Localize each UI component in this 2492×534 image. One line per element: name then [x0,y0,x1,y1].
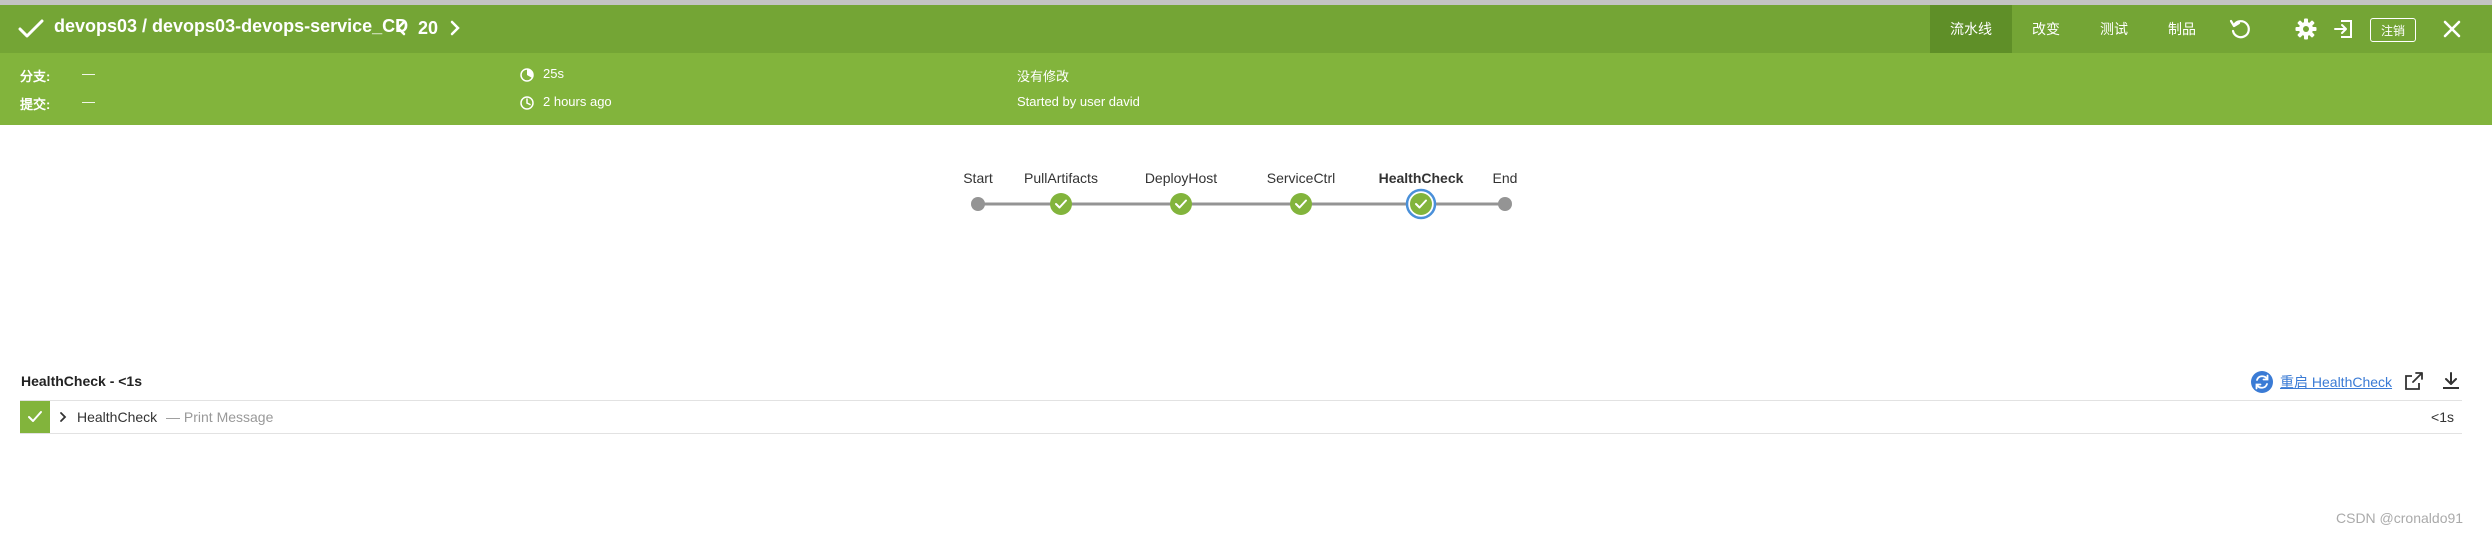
stage-label-deployhost[interactable]: DeployHost [1145,170,1217,186]
stage-label-end[interactable]: End [1493,170,1518,186]
tab-tests[interactable]: 测试 [2080,5,2148,53]
chevron-right-icon[interactable] [446,16,464,40]
stage-label-healthcheck[interactable]: HealthCheck [1379,170,1464,186]
commit-label: 提交: [20,97,51,112]
pipeline-title[interactable]: devops03 / devops03-devops-service_CD [54,16,408,37]
replay-icon[interactable] [2228,17,2252,41]
commit-value: — [82,94,95,109]
step-status-success [20,401,50,433]
clock-icon [520,96,534,110]
time-ago: 2 hours ago [543,94,612,109]
logout-button[interactable]: 注销 [2370,18,2416,42]
gear-icon[interactable] [2294,17,2318,41]
step-row[interactable]: HealthCheck — Print Message <1s [20,400,2462,434]
run-header: devops03 / devops03-devops-service_CD 20… [0,5,2492,53]
step-name: HealthCheck [77,409,158,425]
run-navigator: 20 [392,16,464,40]
restart-icon [2251,371,2273,393]
close-icon[interactable] [2440,17,2464,41]
restart-label: 重启 HealthCheck [2280,374,2393,390]
changes-summary: 没有修改 [1017,69,1070,84]
stage-node-servicectrl[interactable] [1290,193,1312,215]
exit-icon[interactable] [2332,17,2356,41]
duration-value: 25s [543,66,564,81]
tab-changes[interactable]: 改变 [2012,5,2080,53]
download-icon[interactable] [2440,370,2462,392]
stage-node-end [1498,197,1512,211]
stage-node-start [971,197,985,211]
run-cause: Started by user david [1017,94,1140,109]
stage-label-pullartifacts[interactable]: PullArtifacts [1024,170,1098,186]
header-tabs: 流水线 改变 测试 制品 [1930,5,2216,53]
step-duration: <1s [2431,409,2454,425]
stage-label-servicectrl[interactable]: ServiceCtrl [1267,170,1335,186]
tab-pipeline[interactable]: 流水线 [1930,5,2012,53]
pipeline-graph-canvas [971,188,1512,220]
stage-node-deployhost[interactable] [1170,193,1192,215]
branch-label: 分支: [20,69,51,84]
stage-label-start[interactable]: Start [963,170,993,186]
check-icon [28,411,42,422]
pipeline-graph: Start PullArtifacts DeployHost ServiceCtrl H… [0,160,2492,240]
expand-chevron-icon[interactable] [56,410,70,424]
chevron-left-icon[interactable] [392,16,410,40]
watermark: CSDN @cronaldo91 [2336,510,2464,526]
run-info-bar: 分支: — 提交: — 25s 2 hours ago 没有修改 Started… [0,53,2492,125]
tab-artifacts[interactable]: 制品 [2148,5,2216,53]
open-external-icon[interactable] [2403,370,2425,392]
restart-stage-button[interactable]: 重启 HealthCheck [2250,370,2392,394]
stage-node-pullartifacts[interactable] [1050,193,1072,215]
step-description: — Print Message [166,409,274,425]
step-detail-title: HealthCheck - <1s [21,373,142,389]
stage-node-healthcheck[interactable] [1405,188,1437,220]
branch-value: — [82,66,95,81]
run-number: 20 [418,17,439,38]
check-icon [18,19,44,38]
duration-icon [520,68,534,82]
